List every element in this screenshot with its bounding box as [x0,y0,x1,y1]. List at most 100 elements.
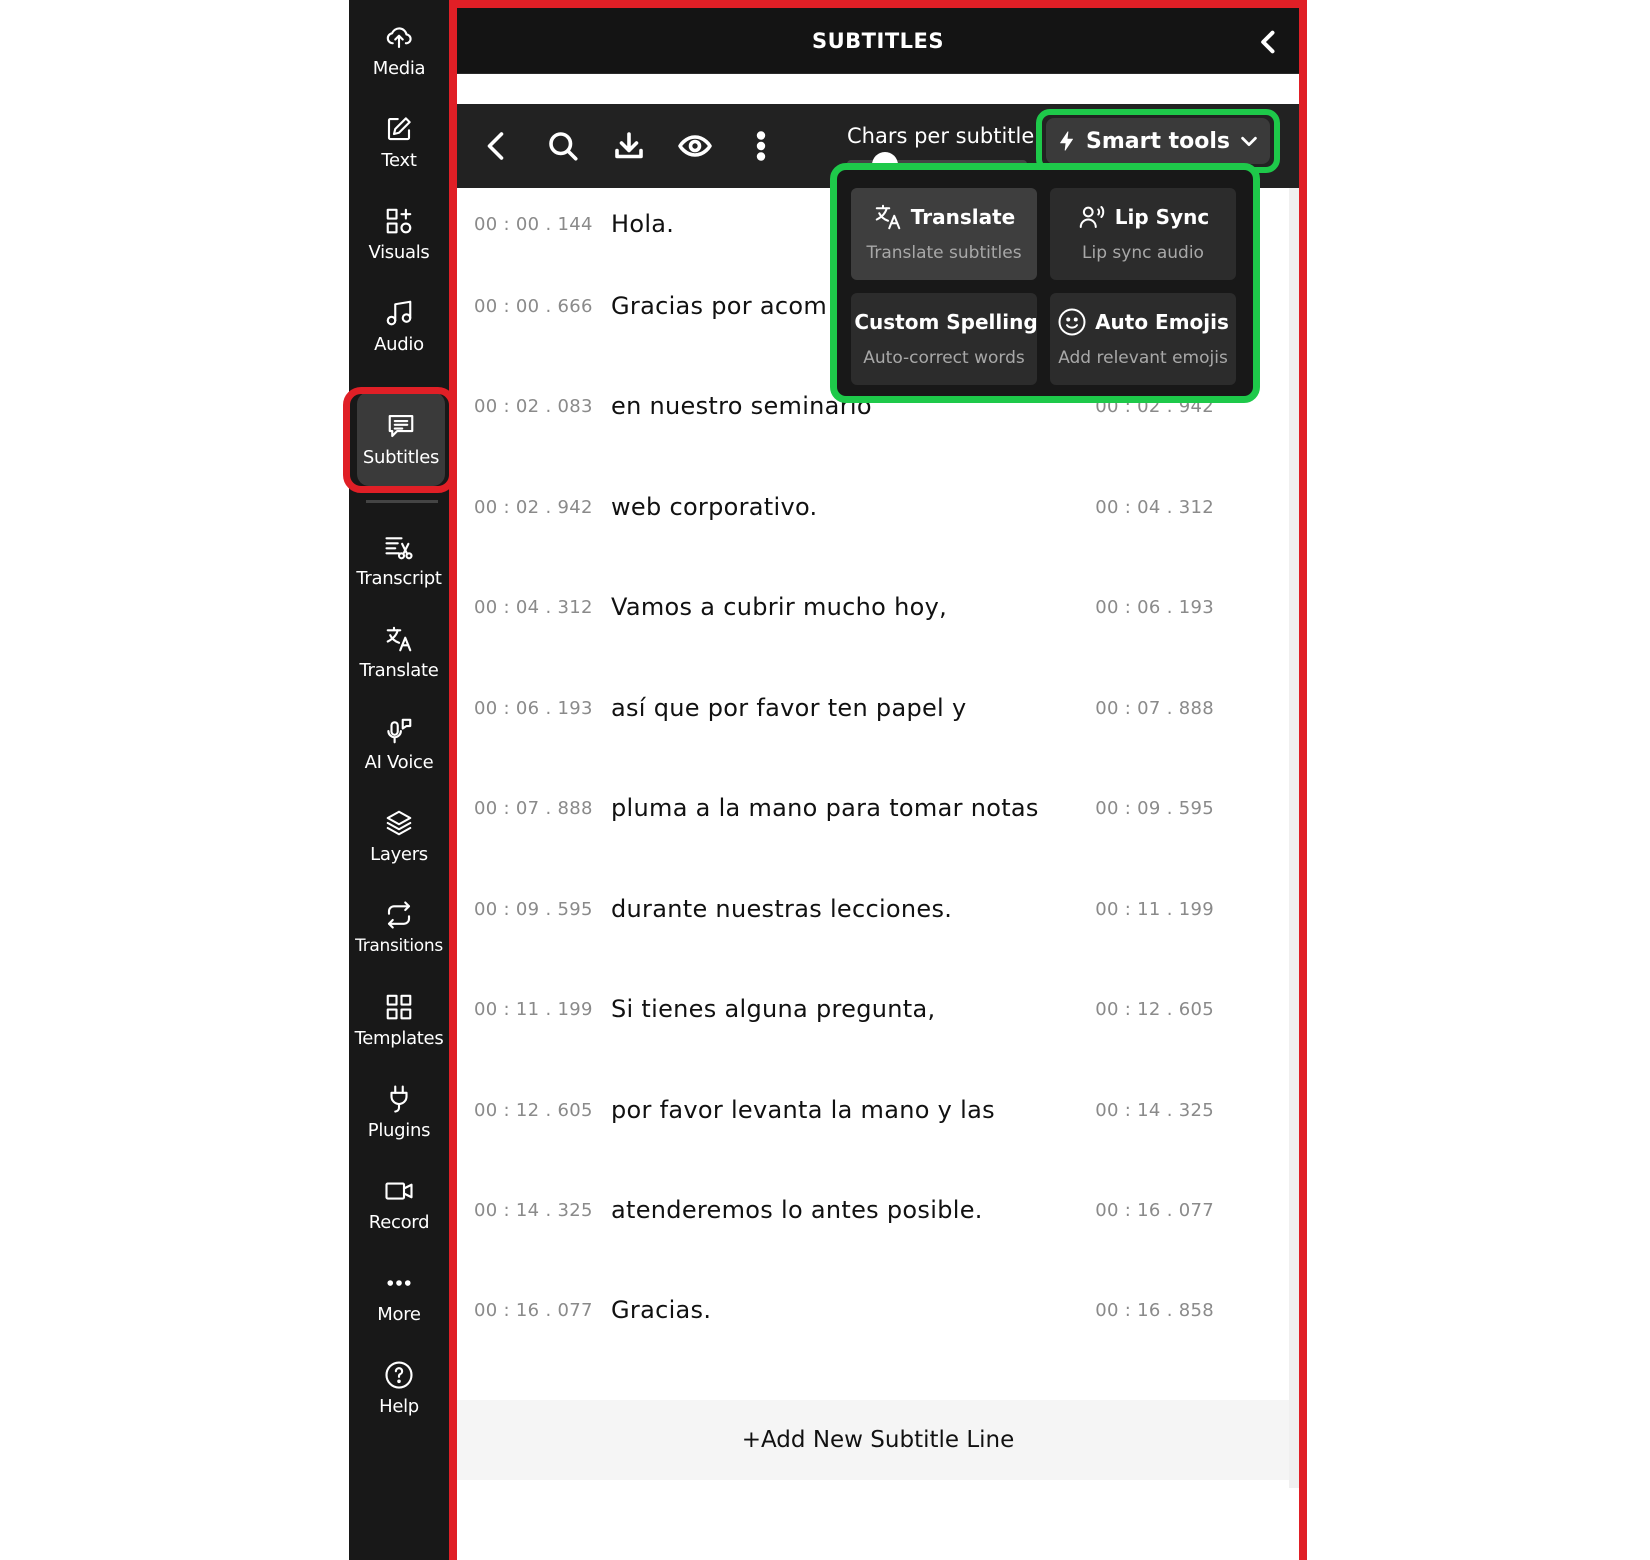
end-time[interactable]: 00 : 04 . 312 [1095,497,1214,518]
sidebar-item-label: Media [372,57,426,79]
subtitle-row[interactable]: 00 : 14 . 325 atenderemos lo antes posib… [457,1182,1299,1282]
subtitle-row[interactable]: 00 : 16 . 077 Gracias. 00 : 16 . 858 [457,1282,1299,1382]
start-time[interactable]: 00 : 07 . 888 [474,798,593,819]
subtitle-row[interactable]: 00 : 12 . 605 por favor levanta la mano … [457,1082,1299,1182]
smart-tool-lip-sync[interactable]: Lip Sync Lip sync audio [1050,188,1236,280]
search-button[interactable] [545,128,581,164]
sidebar-item-plugins[interactable]: Plugins [349,1068,449,1156]
sidebar-item-subtitles[interactable]: Subtitles [357,392,445,486]
sidebar-item-visuals[interactable]: Visuals [349,190,449,278]
chars-per-subtitle-label: Chars per subtitle: [847,124,1042,148]
end-time[interactable]: 00 : 12 . 605 [1095,999,1214,1020]
start-time[interactable]: 00 : 09 . 595 [474,899,593,920]
camera-icon [385,1181,413,1200]
smart-tool-subtitle: Add relevant emojis [1058,348,1228,368]
subtitle-row[interactable]: 00 : 06 . 193 así que por favor ten pape… [457,680,1299,780]
scrollbar[interactable] [1289,188,1299,1488]
subtitle-text[interactable]: durante nuestras lecciones. [611,895,952,923]
start-time[interactable]: 00 : 16 . 077 [474,1300,593,1321]
transcript-scissors-icon [385,536,413,559]
end-time[interactable]: 00 : 07 . 888 [1095,698,1214,719]
end-time[interactable]: 00 : 16 . 077 [1095,1200,1214,1221]
sidebar-item-translate[interactable]: Translate [349,608,449,696]
subtitle-text[interactable]: web corporativo. [611,493,817,521]
loop-icon [387,901,411,929]
back-button[interactable] [479,128,515,164]
sidebar-item-transitions[interactable]: Transitions [349,884,449,972]
sidebar-item-more[interactable]: More [349,1252,449,1340]
smart-tool-title-row: Auto Emojis [1050,307,1236,337]
subtitle-row[interactable]: 00 : 07 . 888 pluma a la mano para tomar… [457,780,1299,880]
smart-tool-subtitle: Lip sync audio [1082,243,1204,263]
subtitle-text[interactable]: pluma a la mano para tomar notas [611,794,1039,822]
smart-tools-menu: Translate Translate subtitles Lip Sync L… [830,163,1260,403]
subtitle-row[interactable]: 00 : 09 . 595 durante nuestras lecciones… [457,881,1299,981]
eye-icon [678,135,712,157]
smart-tool-translate[interactable]: Translate Translate subtitles [851,188,1037,280]
sidebar-item-help[interactable]: Help [349,1344,449,1432]
panel-title: SUBTITLES [812,28,944,53]
subtitle-text[interactable]: así que por favor ten papel y [611,694,966,722]
subtitle-text[interactable]: Gracias por acom [611,292,827,320]
subtitle-text[interactable]: Si tienes alguna pregunta, [611,995,935,1023]
start-time[interactable]: 00 : 12 . 605 [474,1100,593,1121]
subtitle-row[interactable]: 00 : 02 . 942 web corporativo. 00 : 04 .… [457,479,1299,579]
sidebar-item-transcript[interactable]: Transcript [349,516,449,604]
subtitle-text[interactable]: Gracias. [611,1296,711,1324]
start-time[interactable]: 00 : 02 . 942 [474,497,593,518]
start-time[interactable]: 00 : 11 . 199 [474,999,593,1020]
start-time[interactable]: 00 : 06 . 193 [474,698,593,719]
start-time[interactable]: 00 : 02 . 083 [474,396,593,417]
end-time[interactable]: 00 : 16 . 858 [1095,1300,1214,1321]
sidebar-item-label: Translate [359,659,439,681]
start-time[interactable]: 00 : 00 . 144 [474,214,593,235]
download-icon [615,132,643,159]
sidebar-item-layers[interactable]: Layers [349,792,449,880]
end-time[interactable]: 00 : 06 . 193 [1095,597,1214,618]
subtitle-text[interactable]: por favor levanta la mano y las [611,1096,995,1124]
chat-bubble-icon [388,414,414,437]
help-icon [385,1360,413,1389]
sidebar-divider [366,500,438,503]
translate-icon [875,204,901,230]
smart-tool-custom-spelling[interactable]: Custom Spelling Auto-correct words [851,293,1038,385]
sidebar-item-media[interactable]: Media [349,6,449,94]
left-sidebar: Media Text Visuals Audio Subtitles Trans… [349,0,449,1560]
download-button[interactable] [611,128,647,164]
smart-tool-title: Custom Spelling [854,310,1038,334]
smart-tool-subtitle: Translate subtitles [866,243,1022,263]
subtitle-row[interactable]: 00 : 11 . 199 Si tienes alguna pregunta,… [457,981,1299,1081]
collapse-panel-button[interactable] [1255,28,1283,56]
preview-button[interactable] [677,128,713,164]
sidebar-item-audio[interactable]: Audio [349,282,449,370]
sidebar-item-ai-voice[interactable]: AI Voice [349,700,449,788]
subtitle-text[interactable]: Hola. [611,210,674,238]
sidebar-item-templates[interactable]: Templates [349,976,449,1064]
sidebar-item-label: AI Voice [364,751,434,773]
smart-tool-auto-emojis[interactable]: Auto Emojis Add relevant emojis [1050,293,1236,385]
sidebar-item-record[interactable]: Record [349,1160,449,1248]
edit-icon [387,116,411,140]
smart-tool-title-row: Lip Sync [1050,202,1236,232]
microphone-icon [387,718,412,743]
start-time[interactable]: 00 : 00 . 666 [474,296,593,317]
start-time[interactable]: 00 : 04 . 312 [474,597,593,618]
subtitle-text[interactable]: Vamos a cubrir mucho hoy, [611,593,947,621]
sidebar-item-text[interactable]: Text [349,98,449,186]
smart-tools-button[interactable]: Smart tools [1046,118,1270,164]
add-subtitle-line-button[interactable]: +Add New Subtitle Line [457,1400,1299,1480]
subtitle-row[interactable]: 00 : 04 . 312 Vamos a cubrir mucho hoy, … [457,579,1299,679]
subtitle-text[interactable]: atenderemos lo antes posible. [611,1196,983,1224]
sidebar-item-label: Audio [374,333,424,355]
end-time[interactable]: 00 : 11 . 199 [1095,899,1214,920]
chevron-left-icon [487,132,504,160]
end-time[interactable]: 00 : 09 . 595 [1095,798,1214,819]
grid-icon [386,994,412,1019]
sidebar-item-label: Layers [370,843,428,865]
start-time[interactable]: 00 : 14 . 325 [474,1200,593,1221]
more-options-button[interactable] [743,128,779,164]
lightning-icon [1060,131,1073,151]
smart-tool-title: Lip Sync [1114,205,1210,229]
sidebar-item-label: Record [368,1211,430,1233]
end-time[interactable]: 00 : 14 . 325 [1095,1100,1214,1121]
